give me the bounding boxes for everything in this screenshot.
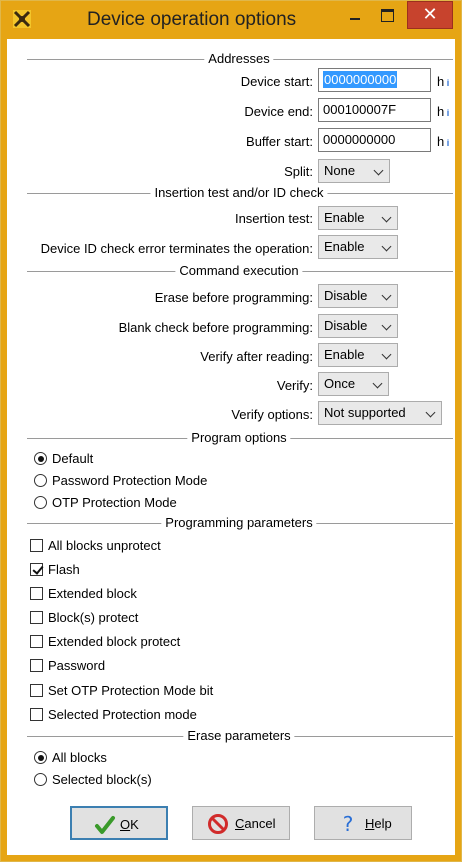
radio-selected-blocks-label: Selected block(s) xyxy=(52,772,152,787)
section-title: Erase parameters xyxy=(183,728,295,744)
checkbox-label: Extended block xyxy=(48,586,137,601)
device-start-hex-suffix: h i xyxy=(437,74,450,89)
cancel-button[interactable]: Cancel xyxy=(192,806,290,840)
buffer-start-hex-suffix: h i xyxy=(437,134,450,149)
cancel-icon xyxy=(208,814,228,834)
checkbox-label: Password xyxy=(48,658,106,673)
checkbox-password[interactable] xyxy=(30,659,43,672)
section-addresses: Addresses xyxy=(27,51,453,67)
info-icon: i xyxy=(444,108,450,118)
checkbox-flash[interactable] xyxy=(30,563,43,576)
id-check-label: Device ID check error terminates the ope… xyxy=(40,241,313,256)
help-button-label: Help xyxy=(365,816,392,831)
cancel-button-label: Cancel xyxy=(235,816,276,831)
device-end-hex-suffix: h i xyxy=(437,104,450,119)
radio-otp-protection[interactable] xyxy=(34,496,47,509)
checkmark-icon xyxy=(95,816,115,834)
section-programming-parameters: Programming parameters xyxy=(27,515,453,531)
checkbox-blocks-protect[interactable] xyxy=(30,611,43,624)
radio-otp-protection-label: OTP Protection Mode xyxy=(52,495,177,510)
checkbox-label: All blocks unprotect xyxy=(48,538,161,553)
split-label: Split: xyxy=(284,164,313,179)
info-icon: i xyxy=(444,78,450,88)
app-logo-icon xyxy=(13,10,31,28)
checkbox-label: Extended block protect xyxy=(48,634,181,649)
split-select[interactable]: None xyxy=(318,159,390,183)
title-bar: Device operation options ✕ xyxy=(1,1,461,39)
dialog-window: Device operation options ✕ Addresses Dev… xyxy=(0,0,462,862)
device-end-input[interactable]: 000100007F xyxy=(318,98,431,122)
device-start-input[interactable]: 0000000000 xyxy=(318,68,431,92)
checkbox-extended-block-protect[interactable] xyxy=(30,635,43,648)
section-title: Programming parameters xyxy=(161,515,317,531)
close-icon: ✕ xyxy=(422,4,438,24)
help-button[interactable]: ? Help xyxy=(314,806,412,840)
blank-check-label: Blank check before programming: xyxy=(118,320,313,335)
checkbox-label: Block(s) protect xyxy=(48,610,139,625)
insertion-test-select[interactable]: Enable xyxy=(318,206,398,230)
close-button[interactable]: ✕ xyxy=(407,1,453,29)
radio-all-blocks[interactable] xyxy=(34,751,47,764)
erase-before-select[interactable]: Disable xyxy=(318,284,398,308)
checkbox-label: Selected Protection mode xyxy=(48,707,197,722)
section-title: Addresses xyxy=(204,51,274,67)
device-start-label: Device start: xyxy=(240,74,313,89)
section-title: Insertion test and/or ID check xyxy=(150,185,328,201)
insertion-test-label: Insertion test: xyxy=(234,211,313,226)
verify-after-reading-label: Verify after reading: xyxy=(200,349,313,364)
checkbox-label: Set OTP Protection Mode bit xyxy=(48,683,214,698)
radio-default[interactable] xyxy=(34,452,47,465)
radio-all-blocks-label: All blocks xyxy=(52,750,107,765)
section-title: Program options xyxy=(187,430,291,446)
radio-password-protection[interactable] xyxy=(34,474,47,487)
ok-button[interactable]: OK xyxy=(70,806,168,840)
verify-options-select[interactable]: Not supported xyxy=(318,401,442,425)
section-insertion: Insertion test and/or ID check xyxy=(27,185,453,201)
dialog-client-area: Addresses Device start: 0000000000 h i D… xyxy=(7,39,455,855)
checkbox-label: Flash xyxy=(48,562,80,577)
buffer-start-input[interactable]: 0000000000 xyxy=(318,128,431,152)
checkbox-selected-protection-mode[interactable] xyxy=(30,708,43,721)
section-erase-parameters: Erase parameters xyxy=(27,728,453,744)
section-program-options: Program options xyxy=(27,430,453,446)
ok-button-label: OK xyxy=(120,817,139,832)
section-title: Command execution xyxy=(175,263,303,279)
question-mark-icon: ? xyxy=(343,813,354,835)
checkbox-extended-block[interactable] xyxy=(30,587,43,600)
verify-select[interactable]: Once xyxy=(318,372,389,396)
info-icon: i xyxy=(444,138,450,148)
blank-check-select[interactable]: Disable xyxy=(318,314,398,338)
device-end-label: Device end: xyxy=(244,104,313,119)
svg-text:?: ? xyxy=(343,813,354,835)
erase-before-label: Erase before programming: xyxy=(154,290,313,305)
checkbox-all-blocks-unprotect[interactable] xyxy=(30,539,43,552)
checkbox-set-otp-bit[interactable] xyxy=(30,684,43,697)
maximize-button[interactable] xyxy=(373,1,401,29)
verify-after-reading-select[interactable]: Enable xyxy=(318,343,398,367)
window-title: Device operation options xyxy=(87,9,297,30)
verify-options-label: Verify options: xyxy=(231,407,313,422)
verify-label: Verify: xyxy=(276,378,313,393)
id-check-select[interactable]: Enable xyxy=(318,235,398,259)
section-command: Command execution xyxy=(27,263,453,279)
radio-password-protection-label: Password Protection Mode xyxy=(52,473,208,488)
radio-default-label: Default xyxy=(52,451,94,466)
buffer-start-label: Buffer start: xyxy=(246,134,313,149)
radio-selected-blocks[interactable] xyxy=(34,773,47,786)
minimize-button[interactable] xyxy=(341,1,369,29)
